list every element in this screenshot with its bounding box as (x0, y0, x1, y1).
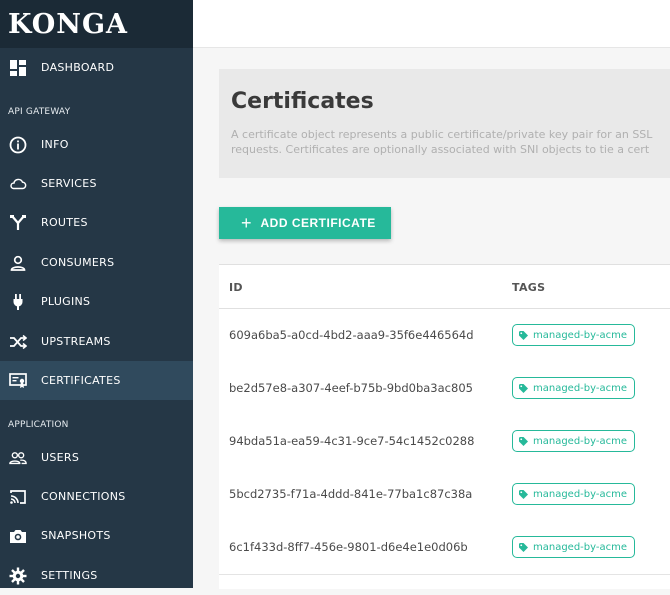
tag-label: managed-by-acme (533, 329, 628, 341)
table-row[interactable]: 94bda51a-ea59-4c31-9ce7-54c1452c0288 man… (219, 415, 670, 469)
certificate-id[interactable]: 6c1f433d-8ff7-456e-9801-d6e4e1e0d06b (229, 540, 468, 554)
gear-icon (9, 567, 27, 585)
tag-label: managed-by-acme (533, 435, 628, 447)
sidebar-item-snapshots[interactable]: SNAPSHOTS (0, 516, 193, 555)
certificate-id[interactable]: 609a6ba5-a0cd-4bd2-aaa9-35f6e446564d (229, 328, 474, 342)
sidebar-item-label: SERVICES (41, 177, 97, 190)
logo-bar: KONGA (0, 0, 193, 48)
table-row[interactable]: be2d57e8-a307-4eef-b75b-9bd0ba3ac805 man… (219, 362, 670, 416)
sidebar-item-consumers[interactable]: CONSUMERS (0, 243, 193, 282)
sidebar-item-label: DASHBOARD (41, 61, 115, 74)
section-label-api-gateway: API GATEWAY (8, 107, 71, 117)
camera-icon (9, 527, 27, 545)
table-row[interactable]: 609a6ba5-a0cd-4bd2-aaa9-35f6e446564d man… (219, 309, 670, 363)
sidebar-item-services[interactable]: SERVICES (0, 164, 193, 203)
add-certificate-label: ADD CERTIFICATE (260, 216, 376, 230)
tag-label: managed-by-acme (533, 488, 628, 500)
page-title: Certificates (231, 89, 374, 114)
user-icon (9, 254, 27, 272)
sidebar-item-label: USERS (41, 451, 80, 464)
sidebar-item-routes[interactable]: ROUTES (0, 203, 193, 242)
tag-badge[interactable]: managed-by-acme (512, 377, 636, 399)
page-header: Certificates A certificate object repres… (219, 69, 670, 178)
sidebar-item-connections[interactable]: CONNECTIONS (0, 477, 193, 516)
sidebar-item-users[interactable]: USERS (0, 438, 193, 477)
certificates-table: ID TAGS 609a6ba5-a0cd-4bd2-aaa9-35f6e446… (219, 264, 670, 589)
sidebar-item-label: ROUTES (41, 216, 88, 229)
sidebar-item-certificates[interactable]: CERTIFICATES (0, 361, 193, 400)
sidebar-item-upstreams[interactable]: UPSTREAMS (0, 322, 193, 361)
sidebar-item-info[interactable]: INFO (0, 125, 193, 164)
certificate-id[interactable]: 5bcd2735-f71a-4ddd-841e-77ba1c87c38a (229, 487, 472, 501)
sidebar-item-label: CONNECTIONS (41, 490, 126, 503)
sidebar-item-plugins[interactable]: PLUGINS (0, 282, 193, 321)
page-description: A certificate object represents a public… (231, 127, 670, 157)
tag-badge[interactable]: managed-by-acme (512, 324, 636, 346)
sidebar-item-dashboard[interactable]: DASHBOARD (0, 48, 193, 87)
section-label-application: APPLICATION (8, 420, 69, 430)
page-description-line-1: A certificate object represents a public… (231, 128, 653, 141)
sidebar-item-settings[interactable]: SETTINGS (0, 556, 193, 595)
table-row[interactable]: 5bcd2735-f71a-4ddd-841e-77ba1c87c38a man… (219, 468, 670, 522)
tag-icon (519, 542, 528, 552)
tag-badge[interactable]: managed-by-acme (512, 430, 636, 452)
column-header-tags[interactable]: TAGS (512, 281, 545, 294)
routes-icon (9, 214, 27, 232)
certificate-id[interactable]: be2d57e8-a307-4eef-b75b-9bd0ba3ac805 (229, 381, 473, 395)
tag-badge[interactable]: managed-by-acme (512, 483, 636, 505)
sidebar-item-label: UPSTREAMS (41, 335, 111, 348)
tag-icon (519, 330, 528, 340)
table-row[interactable]: 6c1f433d-8ff7-456e-9801-d6e4e1e0d06b man… (219, 521, 670, 575)
users-icon (9, 449, 27, 467)
info-icon (9, 136, 27, 154)
tag-badge[interactable]: managed-by-acme (512, 536, 636, 558)
table-header: ID TAGS (219, 265, 670, 309)
dashboard-icon (9, 59, 27, 77)
top-bar (193, 0, 670, 48)
sidebar-item-label: PLUGINS (41, 295, 91, 308)
cast-icon (9, 488, 27, 506)
plug-icon (9, 293, 27, 311)
page-description-line-2: requests. Certificates are optionally as… (231, 143, 650, 156)
sidebar: KONGA DASHBOARD API GATEWAY INFO SERVICE… (0, 0, 193, 588)
tag-icon (519, 436, 528, 446)
sidebar-item-label: SETTINGS (41, 569, 98, 582)
konga-logo[interactable]: KONGA (8, 9, 128, 40)
sidebar-item-label: CERTIFICATES (41, 374, 121, 387)
column-header-id[interactable]: ID (229, 281, 243, 294)
tag-label: managed-by-acme (533, 382, 628, 394)
sidebar-item-label: CONSUMERS (41, 256, 115, 269)
certificate-id[interactable]: 94bda51a-ea59-4c31-9ce7-54c1452c0288 (229, 434, 474, 448)
shuffle-icon (9, 333, 27, 351)
tag-icon (519, 383, 528, 393)
add-certificate-button[interactable]: + ADD CERTIFICATE (219, 207, 391, 239)
tag-icon (519, 489, 528, 499)
tag-label: managed-by-acme (533, 541, 628, 553)
certificate-icon (9, 372, 27, 390)
plus-icon: + (241, 213, 252, 233)
sidebar-item-label: INFO (41, 138, 69, 151)
cloud-icon (9, 175, 27, 193)
sidebar-item-label: SNAPSHOTS (41, 529, 111, 542)
